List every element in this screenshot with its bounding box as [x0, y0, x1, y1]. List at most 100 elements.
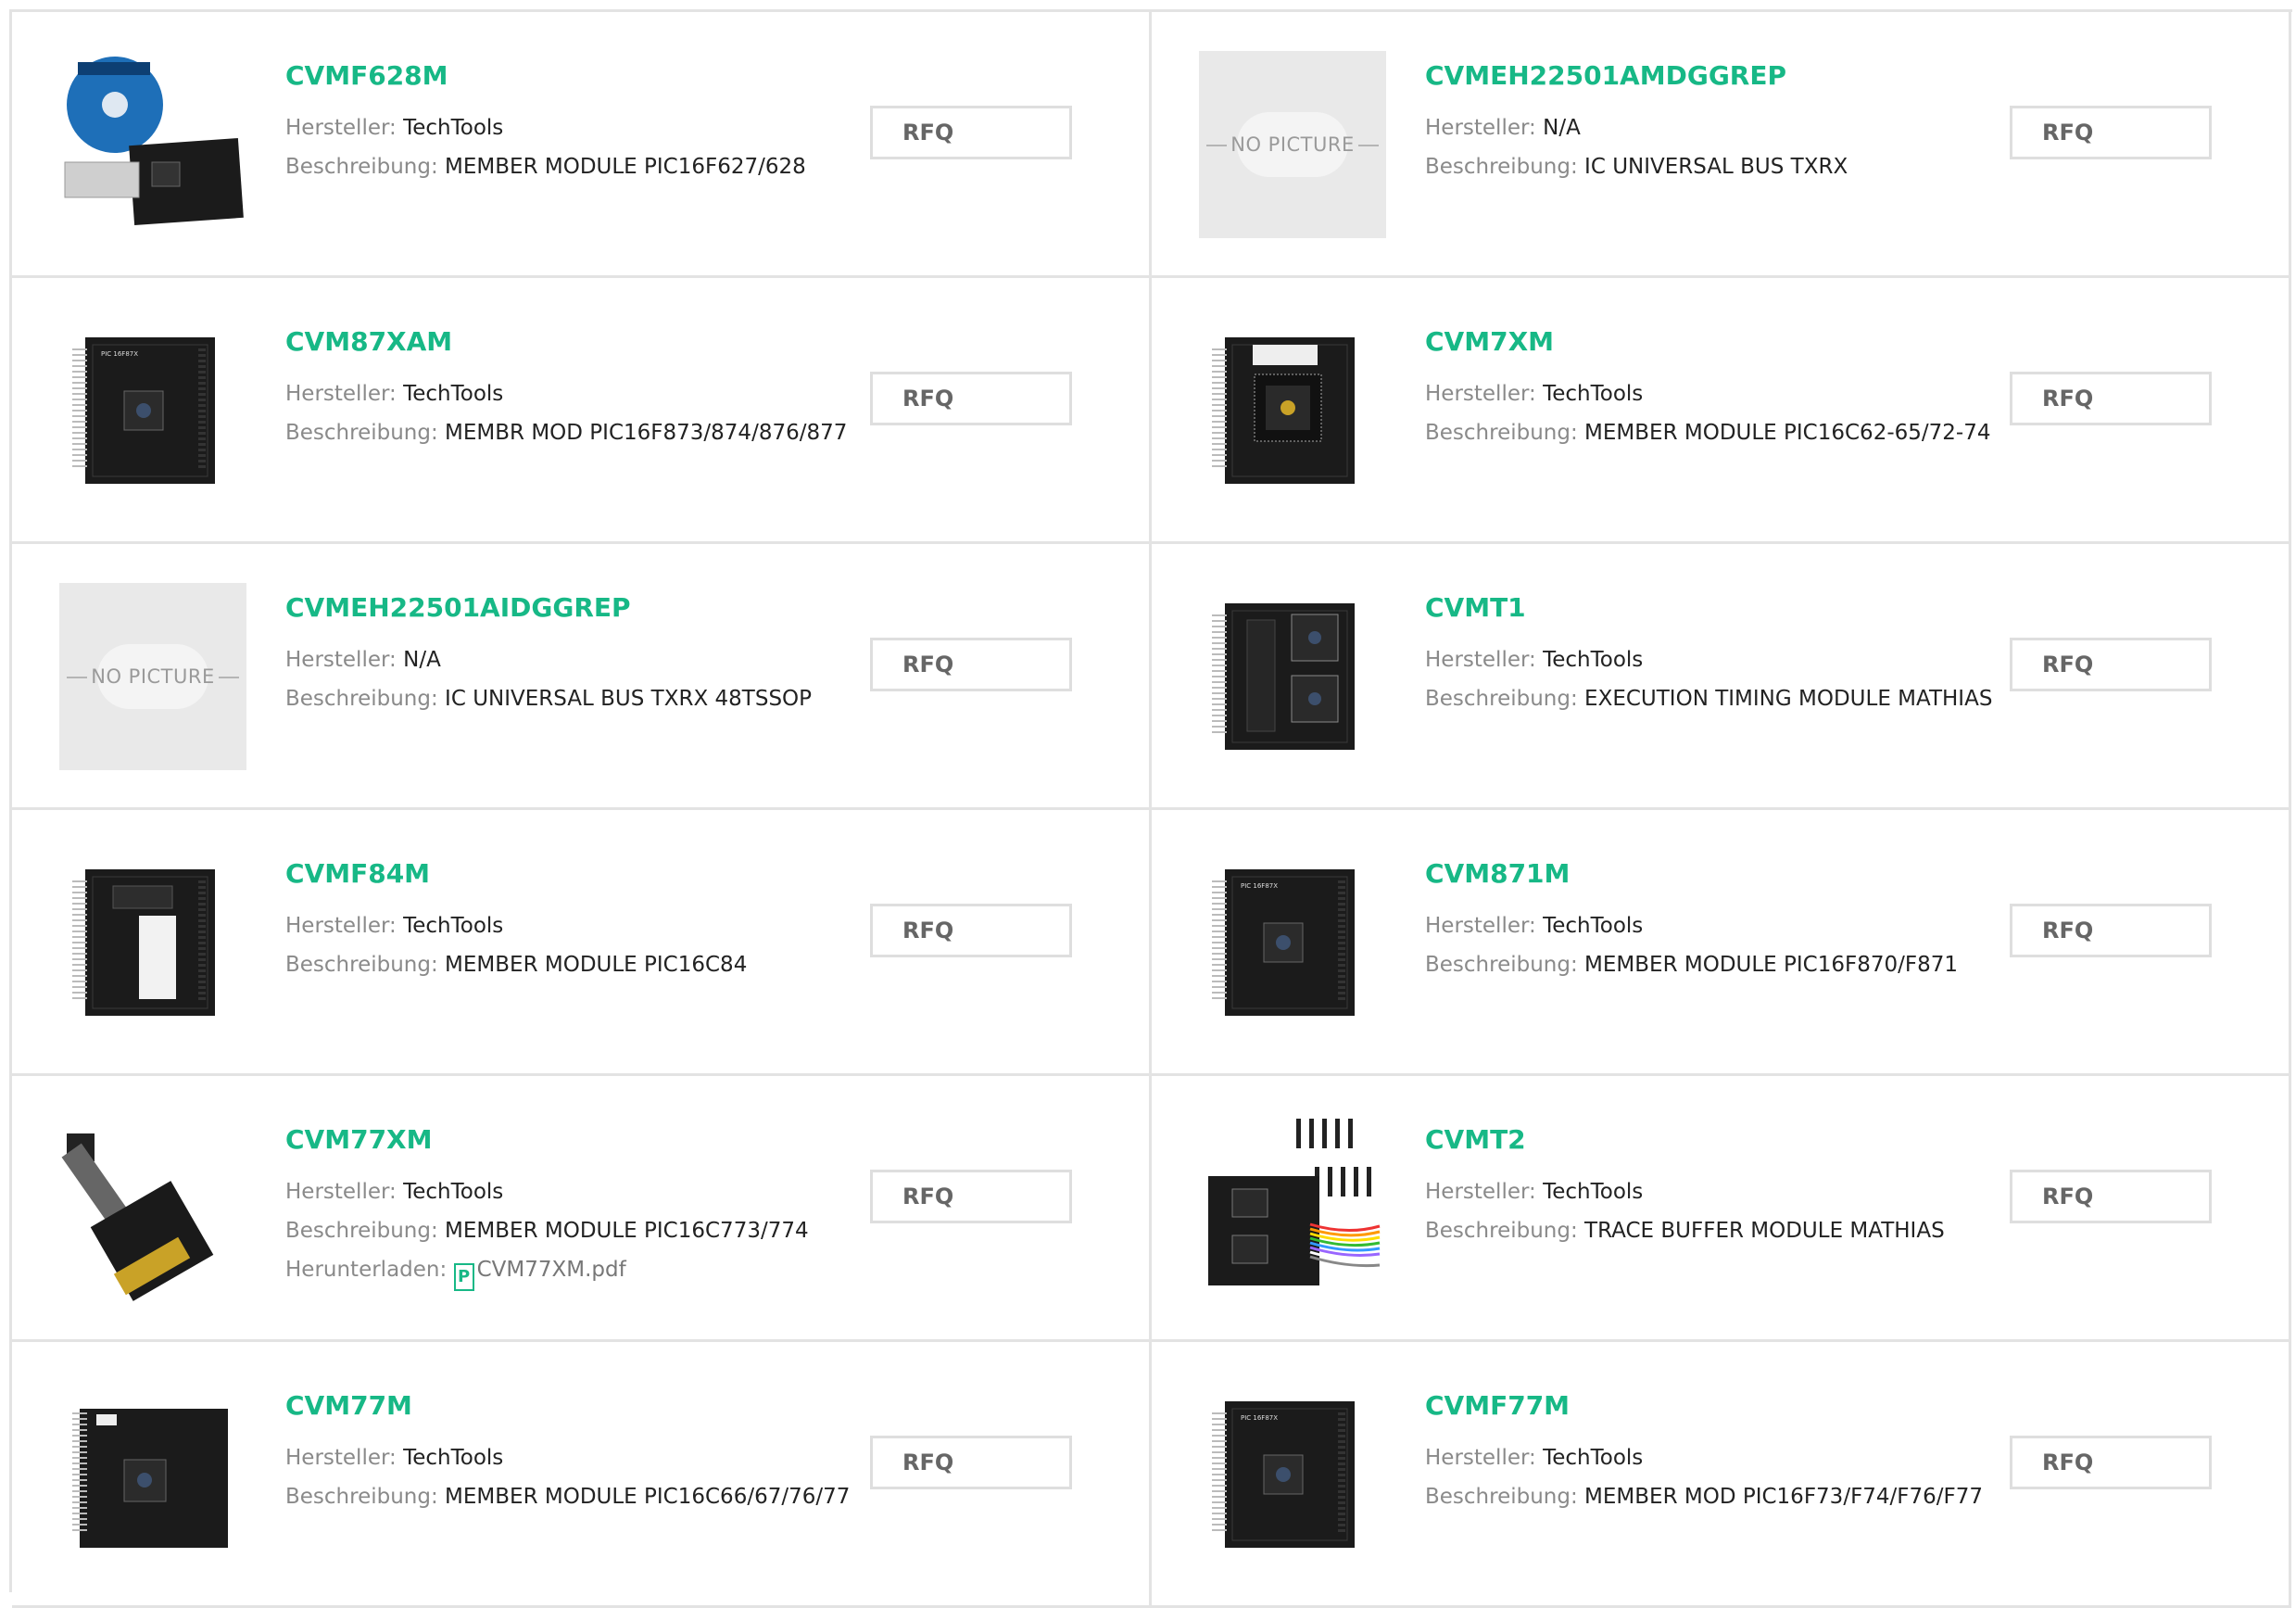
- part-number-link[interactable]: CVM7XM: [1425, 326, 1981, 357]
- product-info: CVMEH22501AIDGGREP Hersteller: N/A Beschre…: [285, 592, 841, 718]
- part-number-link[interactable]: CVM77M: [285, 1390, 841, 1421]
- part-number-link[interactable]: CVMF77M: [1425, 1390, 1981, 1421]
- description-line: Beschreibung: MEMBER MODULE PIC16C773/77…: [285, 1211, 841, 1250]
- manufacturer-value: TechTools: [403, 914, 504, 938]
- product-image[interactable]: [59, 1115, 246, 1302]
- product-card: PIC 16F87X CVMF77M Hersteller: TechTools Be…: [1152, 1342, 2291, 1608]
- product-info: CVM871M Hersteller: TechTools Beschreibung…: [1425, 858, 1981, 984]
- description-line: Beschreibung: MEMBER MODULE PIC16C84: [285, 945, 841, 984]
- product-thumbnail[interactable]: NO PICTURE: [1199, 51, 1386, 238]
- product-card: CVMF84M Hersteller: TechTools Beschreibung…: [12, 810, 1152, 1076]
- product-thumbnail[interactable]: PIC 16F87X: [59, 317, 246, 504]
- manufacturer-label: Hersteller:: [285, 1446, 397, 1470]
- manufacturer-line: Hersteller: TechTools: [285, 1438, 841, 1477]
- product-image[interactable]: PIC 16F87X: [1199, 1381, 1386, 1568]
- product-card: CVM77XM Hersteller: TechTools Beschreibung…: [12, 1076, 1152, 1342]
- manufacturer-line: Hersteller: TechTools: [285, 108, 841, 147]
- rfq-button[interactable]: RFQ: [2010, 372, 2212, 425]
- description-value: EXECUTION TIMING MODULE MATHIAS: [1584, 687, 1993, 711]
- part-number-link[interactable]: CVMT1: [1425, 592, 1981, 623]
- description-line: Beschreibung: IC UNIVERSAL BUS TXRX 48TS…: [285, 679, 841, 718]
- description-value: MEMBER MODULE PIC16F870/F871: [1584, 953, 1959, 977]
- manufacturer-label: Hersteller:: [285, 382, 397, 406]
- product-image[interactable]: [59, 1381, 246, 1568]
- description-label: Beschreibung:: [1425, 953, 1578, 977]
- product-image[interactable]: [1199, 317, 1386, 504]
- rfq-button[interactable]: RFQ: [870, 106, 1072, 159]
- rfq-button[interactable]: RFQ: [870, 904, 1072, 957]
- part-number-link[interactable]: CVM77XM: [285, 1124, 841, 1155]
- description-label: Beschreibung:: [1425, 1219, 1578, 1243]
- product-card: CVMT2 Hersteller: TechTools Beschreibung: …: [1152, 1076, 2291, 1342]
- description-value: MEMBER MODULE PIC16C62-65/72-74: [1584, 421, 1991, 445]
- product-info: CVMF77M Hersteller: TechTools Beschreibung…: [1425, 1390, 1983, 1516]
- rfq-button[interactable]: RFQ: [2010, 1436, 2212, 1489]
- rfq-button[interactable]: RFQ: [2010, 106, 2212, 159]
- product-thumbnail[interactable]: [1199, 583, 1386, 770]
- product-image[interactable]: PIC 16F87X: [1199, 849, 1386, 1036]
- description-value: MEMBER MODULE PIC16F627/628: [445, 155, 806, 179]
- product-thumbnail[interactable]: PIC 16F87X: [1199, 1381, 1386, 1568]
- part-number-link[interactable]: CVMF628M: [285, 60, 841, 91]
- manufacturer-label: Hersteller:: [285, 1180, 397, 1204]
- product-thumbnail[interactable]: [59, 1381, 246, 1568]
- part-number-link[interactable]: CVMF84M: [285, 858, 841, 889]
- manufacturer-line: Hersteller: TechTools: [1425, 1438, 1981, 1477]
- product-card: CVM77M Hersteller: TechTools Beschreibung:…: [12, 1342, 1152, 1608]
- rfq-button[interactable]: RFQ: [870, 1170, 1072, 1223]
- manufacturer-label: Hersteller:: [1425, 116, 1536, 140]
- part-number-link[interactable]: CVM87XAM: [285, 326, 841, 357]
- rfq-button[interactable]: RFQ: [870, 372, 1072, 425]
- product-thumbnail[interactable]: PIC 16F87X: [1199, 849, 1386, 1036]
- manufacturer-line: Hersteller: TechTools: [285, 906, 841, 945]
- svg-text:PIC 16F87X: PIC 16F87X: [101, 350, 138, 358]
- product-image[interactable]: PIC 16F87X: [59, 317, 246, 504]
- product-thumbnail[interactable]: [1199, 317, 1386, 504]
- rfq-button[interactable]: RFQ: [2010, 1170, 2212, 1223]
- manufacturer-label: Hersteller:: [1425, 1446, 1536, 1470]
- product-card: NO PICTURE CVMEH22501AIDGGREP Hersteller: …: [12, 544, 1152, 810]
- description-value: MEMBER MODULE PIC16C84: [445, 953, 748, 977]
- description-line: Beschreibung: EXECUTION TIMING MODULE MA…: [1425, 679, 1992, 718]
- download-label: Herunterladen:: [285, 1258, 448, 1282]
- product-grid: CVMF628M Hersteller: TechTools Beschreibun…: [9, 9, 2292, 1608]
- rfq-button[interactable]: RFQ: [870, 1436, 1072, 1489]
- part-number-link[interactable]: CVMEH22501AMDGGREP: [1425, 60, 1981, 91]
- product-thumbnail[interactable]: [59, 51, 246, 238]
- manufacturer-label: Hersteller:: [285, 914, 397, 938]
- manufacturer-value: TechTools: [1543, 648, 1644, 672]
- manufacturer-label: Hersteller:: [1425, 1180, 1536, 1204]
- product-image[interactable]: [1199, 1115, 1386, 1302]
- product-image[interactable]: [59, 849, 246, 1036]
- product-info: CVMEH22501AMDGGREP Hersteller: N/A Beschre…: [1425, 60, 1981, 186]
- description-label: Beschreibung:: [285, 953, 438, 977]
- product-info: CVMF628M Hersteller: TechTools Beschreibun…: [285, 60, 841, 186]
- product-card: CVM7XM Hersteller: TechTools Beschreibung:…: [1152, 278, 2291, 544]
- manufacturer-label: Hersteller:: [1425, 914, 1536, 938]
- product-thumbnail[interactable]: [59, 849, 246, 1036]
- product-thumbnail[interactable]: NO PICTURE: [59, 583, 246, 770]
- description-line: Beschreibung: MEMBR MOD PIC16F873/874/87…: [285, 413, 847, 452]
- product-image[interactable]: [1199, 583, 1386, 770]
- product-image[interactable]: [59, 51, 246, 238]
- description-line: Beschreibung: MEMBER MODULE PIC16C66/67/…: [285, 1477, 850, 1516]
- datasheet-link[interactable]: P CVM77XM.pdf: [453, 1258, 626, 1291]
- product-thumbnail[interactable]: [1199, 1115, 1386, 1302]
- product-card: NO PICTURE CVMEH22501AMDGGREP Hersteller: …: [1152, 12, 2291, 278]
- rfq-button[interactable]: RFQ: [870, 638, 1072, 691]
- part-number-link[interactable]: CVMEH22501AIDGGREP: [285, 592, 841, 623]
- manufacturer-line: Hersteller: N/A: [1425, 108, 1981, 147]
- rfq-button[interactable]: RFQ: [2010, 638, 2212, 691]
- no-picture-placeholder: NO PICTURE: [59, 583, 246, 770]
- description-value: IC UNIVERSAL BUS TXRX: [1584, 155, 1848, 179]
- manufacturer-line: Hersteller: TechTools: [1425, 374, 1981, 413]
- manufacturer-line: Hersteller: TechTools: [285, 374, 841, 413]
- description-value: MEMBER MODULE PIC16C66/67/76/77: [445, 1485, 851, 1509]
- product-card: PIC 16F87X CVM871M Hersteller: TechTools Be…: [1152, 810, 2291, 1076]
- product-thumbnail[interactable]: [59, 1115, 246, 1302]
- rfq-button[interactable]: RFQ: [2010, 904, 2212, 957]
- part-number-link[interactable]: CVM871M: [1425, 858, 1981, 889]
- manufacturer-value: TechTools: [403, 1180, 504, 1204]
- part-number-link[interactable]: CVMT2: [1425, 1124, 1981, 1155]
- description-line: Beschreibung: MEMBER MODULE PIC16F627/62…: [285, 147, 841, 186]
